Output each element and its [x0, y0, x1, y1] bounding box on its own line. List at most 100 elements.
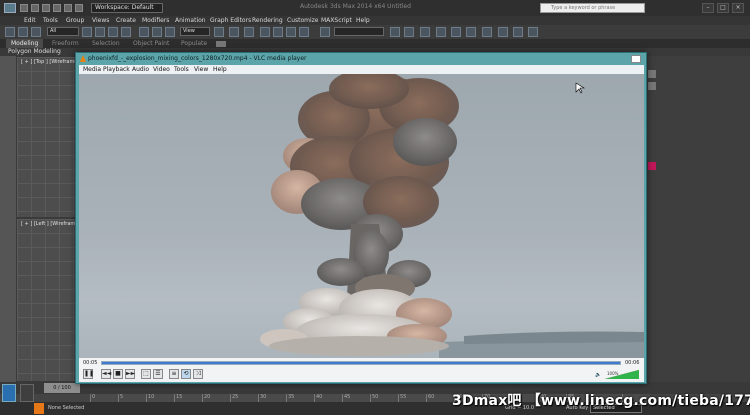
select-by-name-icon[interactable] [95, 27, 105, 37]
spinner-snap-icon[interactable] [299, 27, 309, 37]
named-selection-dropdown[interactable] [334, 27, 384, 36]
time-slider[interactable]: 0 / 100 [44, 383, 80, 393]
vlc-title: phoenixfd_-_explosion_mixing_colors_1280… [88, 55, 307, 62]
shuffle-button[interactable]: ⤨ [193, 369, 203, 379]
vlc-menu-tools[interactable]: Tools [174, 66, 189, 73]
video-frame[interactable] [79, 74, 644, 358]
vlc-menu-view[interactable]: View [194, 66, 208, 73]
schematic-view-icon[interactable] [466, 27, 476, 37]
graphite-toggle-icon[interactable] [436, 27, 446, 37]
unlink-icon[interactable] [18, 27, 28, 37]
menu-modifiers[interactable]: Modifiers [142, 17, 169, 24]
tab-modeling[interactable]: Modeling [6, 39, 44, 48]
menu-maxscript[interactable]: MAXScript [321, 17, 352, 24]
modify-tab-icon[interactable] [648, 82, 656, 90]
vlc-menu-video[interactable]: Video [153, 66, 170, 73]
fullscreen-button[interactable]: ⬚ [141, 369, 151, 379]
ribbon-options-icon[interactable] [216, 41, 226, 47]
quick-access-toolbar [20, 4, 83, 12]
snaps-toggle-icon[interactable] [260, 27, 270, 37]
menu-group[interactable]: Group [66, 17, 84, 24]
track-bar-tick-label: 45 [344, 394, 351, 400]
workspace-dropdown[interactable]: Workspace: Default [91, 3, 163, 13]
redo-icon[interactable] [64, 4, 72, 12]
title-bar: Workspace: Default Autodesk 3ds Max 2014… [0, 0, 750, 16]
previous-button[interactable]: ◄◄ [101, 369, 111, 379]
extended-settings-button[interactable]: ☰ [153, 369, 163, 379]
viewport-top-label[interactable]: [ + ] [Top ] [Wireframe ] [21, 59, 81, 65]
seek-bar[interactable] [101, 361, 621, 365]
max-logo-icon[interactable] [4, 3, 16, 13]
vlc-menu-audio[interactable]: Audio [132, 66, 149, 73]
close-button[interactable]: × [732, 3, 744, 13]
vlc-controls: 00:05 00:06 ❚❚ ◄◄ ■ ►► ⬚ ☰ ≡ ⟲ ⤨ 🔈 100% [79, 358, 644, 382]
tab-freeform[interactable]: Freeform [52, 40, 79, 47]
playlist-button[interactable]: ≡ [169, 369, 179, 379]
minimize-button[interactable]: – [702, 3, 714, 13]
viewport-left-label[interactable]: [ + ] [Left ] [Wireframe ] [21, 221, 82, 227]
menu-create[interactable]: Create [116, 17, 136, 24]
layer-manager-icon[interactable] [420, 27, 430, 37]
tab-selection[interactable]: Selection [92, 40, 120, 47]
move-icon[interactable] [139, 27, 149, 37]
volume-icon[interactable]: 🔈 [595, 372, 601, 378]
volume-slider[interactable]: 100% [605, 370, 639, 379]
mini-listener-icon[interactable] [20, 384, 34, 402]
create-tab-icon[interactable] [648, 70, 656, 78]
next-button[interactable]: ►► [125, 369, 135, 379]
bind-space-warp-icon[interactable] [31, 27, 41, 37]
object-color-swatch[interactable] [648, 162, 656, 170]
region-select-icon[interactable] [108, 27, 118, 37]
project-folder-icon[interactable] [75, 4, 83, 12]
align-icon[interactable] [404, 27, 414, 37]
vlc-menu-playback[interactable]: Playback [103, 66, 130, 73]
menu-views[interactable]: Views [92, 17, 109, 24]
render-production-icon[interactable] [528, 27, 538, 37]
new-file-icon[interactable] [20, 4, 28, 12]
search-input[interactable]: Type a keyword or phrase [540, 3, 645, 13]
select-manipulate-icon[interactable] [229, 27, 239, 37]
rendered-frame-icon[interactable] [513, 27, 523, 37]
polygon-modeling-label[interactable]: Polygon Modeling [8, 48, 61, 55]
window-crossing-icon[interactable] [121, 27, 131, 37]
menu-animation[interactable]: Animation [175, 17, 206, 24]
menu-rendering[interactable]: Rendering [252, 17, 283, 24]
maxscript-listener-icon[interactable] [2, 384, 16, 402]
percent-snap-icon[interactable] [286, 27, 296, 37]
curve-editor-icon[interactable] [451, 27, 461, 37]
open-file-icon[interactable] [31, 4, 39, 12]
material-editor-icon[interactable] [482, 27, 492, 37]
vlc-menu-media[interactable]: Media [83, 66, 101, 73]
vlc-menu-help[interactable]: Help [213, 66, 227, 73]
menu-bar: Edit Tools Group Views Create Modifiers … [0, 16, 750, 25]
render-setup-icon[interactable] [498, 27, 508, 37]
tab-populate[interactable]: Populate [181, 40, 207, 47]
maximize-button[interactable]: □ [717, 3, 729, 13]
stop-button[interactable]: ■ [113, 369, 123, 379]
main-toolbar: All View [0, 25, 750, 39]
menu-customize[interactable]: Customize [287, 17, 319, 24]
undo-icon[interactable] [53, 4, 61, 12]
reference-coordinate-dropdown[interactable]: View [180, 27, 210, 36]
selection-filter-dropdown[interactable]: All [47, 27, 79, 36]
save-file-icon[interactable] [42, 4, 50, 12]
scale-icon[interactable] [165, 27, 175, 37]
select-link-icon[interactable] [5, 27, 15, 37]
edit-named-selection-icon[interactable] [320, 27, 330, 37]
play-pause-button[interactable]: ❚❚ [83, 369, 94, 379]
mirror-icon[interactable] [390, 27, 400, 37]
select-object-icon[interactable] [82, 27, 92, 37]
pivot-center-icon[interactable] [214, 27, 224, 37]
window-controls: – □ × [702, 3, 744, 13]
loop-button[interactable]: ⟲ [181, 369, 191, 379]
menu-tools[interactable]: Tools [43, 17, 58, 24]
menu-graph-editors[interactable]: Graph Editors [210, 17, 251, 24]
rotate-icon[interactable] [152, 27, 162, 37]
vlc-close-button[interactable] [631, 55, 641, 63]
menu-edit[interactable]: Edit [24, 17, 36, 24]
angle-snap-icon[interactable] [273, 27, 283, 37]
menu-help[interactable]: Help [356, 17, 370, 24]
keyboard-shortcut-icon[interactable] [244, 27, 254, 37]
tab-object-paint[interactable]: Object Paint [133, 40, 169, 47]
track-bar-tick-label: 60 [428, 394, 435, 400]
